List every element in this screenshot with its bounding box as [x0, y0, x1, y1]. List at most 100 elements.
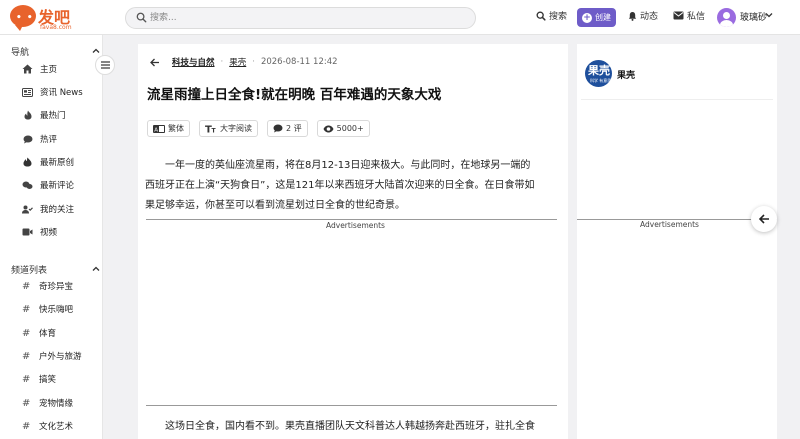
- text-size-icon: TT: [205, 125, 217, 134]
- ad-divider: [146, 219, 557, 220]
- divider: [581, 99, 773, 100]
- sidebar-item-latest-comments[interactable]: 最新评论: [22, 177, 74, 193]
- sidebar-item-home[interactable]: 主页: [22, 61, 57, 77]
- eye-icon: [323, 125, 334, 132]
- chevron-up-icon[interactable]: [92, 47, 100, 55]
- hash-icon: #: [22, 303, 31, 315]
- channel-item[interactable]: # 奇珍异宝: [22, 278, 73, 294]
- logo-bubble-icon: • •: [10, 5, 36, 31]
- meta-separator: ·: [220, 57, 224, 67]
- channel-item[interactable]: # 文化艺术: [22, 418, 73, 434]
- site-logo[interactable]: • • 发吧 fava8.com: [10, 5, 72, 31]
- hash-icon: #: [22, 350, 31, 362]
- hash-icon: #: [22, 280, 31, 292]
- svg-text:A: A: [154, 127, 158, 133]
- nav-search-link[interactable]: 搜索: [536, 9, 567, 22]
- user-avatar[interactable]: [717, 8, 736, 27]
- sidebar-item-label: 热评: [40, 135, 58, 145]
- create-button[interactable]: + 创建: [577, 8, 616, 27]
- sidebar-item-video[interactable]: 视频: [22, 224, 57, 240]
- nav-section-title: 导航: [11, 48, 30, 58]
- sidebar-toggle-button[interactable]: [95, 55, 115, 75]
- svg-text:T: T: [212, 128, 217, 134]
- channel-section-title: 频道列表: [11, 266, 48, 276]
- user-check-icon: [22, 204, 33, 215]
- sidebar-item-latest-original[interactable]: 最新原创: [22, 154, 74, 170]
- sidebar-item-label: 主页: [40, 65, 58, 75]
- top-header: • • 发吧 fava8.com 搜索 + 创建 动态 私信 玻璃砂: [0, 0, 800, 35]
- channel-item[interactable]: # 快乐嗨吧: [22, 301, 73, 317]
- hash-icon: #: [22, 327, 31, 339]
- views-badge: 5000+: [316, 120, 370, 137]
- channel-item[interactable]: # 户外与旅游: [22, 348, 82, 364]
- traditional-chinese-button[interactable]: A 繁体: [147, 120, 190, 137]
- plus-circle-icon: +: [582, 12, 592, 23]
- user-name[interactable]: 玻璃砂: [740, 10, 767, 23]
- ad-label: Advertisements: [326, 221, 385, 230]
- channel-item[interactable]: # 搞笑: [22, 371, 56, 387]
- back-button[interactable]: [751, 206, 777, 232]
- channel-item[interactable]: # 宠物情缘: [22, 395, 73, 411]
- article-paragraph-line: 西班牙正在上演“天狗食日”，这是121年以来西班牙大陆首次迎来的日全食。在日食带…: [145, 180, 535, 191]
- channel-label: 文化艺术: [39, 422, 74, 432]
- article-category-link[interactable]: 科技与自然: [172, 56, 215, 68]
- article-title: 流星雨撞上日全食!就在明晚 百年难遇的天象大戏: [147, 87, 442, 103]
- nav-messages-label: 私信: [687, 12, 706, 22]
- article-card: 科技与自然 · 果壳 · 2026-08-11 12:42 流星雨撞上日全食!就…: [138, 44, 568, 439]
- nav-messages-link[interactable]: 私信: [673, 9, 705, 22]
- comment-icon: [273, 124, 283, 133]
- chevron-up-icon[interactable]: [92, 265, 100, 273]
- sidebar-item-hot[interactable]: 最热门: [22, 107, 66, 123]
- sidebar-item-label: 最新评论: [40, 181, 75, 191]
- right-panel: 果壳 科学 有意思 果壳 Advertisements: [577, 44, 777, 439]
- sidebar-item-label: 最热门: [40, 111, 66, 121]
- video-icon: [22, 227, 33, 238]
- source-name[interactable]: 果壳: [617, 68, 635, 81]
- logo-subtext: fava8.com: [40, 24, 72, 31]
- language-icon: A: [153, 124, 165, 133]
- sidebar-item-label: 最新原创: [40, 158, 75, 168]
- create-label: 创建: [595, 13, 611, 22]
- sidebar-item-news[interactable]: 资讯 News: [22, 84, 83, 100]
- search-bar[interactable]: [125, 7, 476, 29]
- comments-button[interactable]: 2 评: [267, 120, 308, 137]
- sidebar-item-label: 我的关注: [40, 205, 75, 215]
- channel-item[interactable]: # 体育: [22, 325, 56, 341]
- sidebar-item-hot-comments[interactable]: 热评: [22, 131, 57, 147]
- article-date: 2026-08-11 12:42: [260, 57, 338, 67]
- article-meta: 科技与自然 · 果壳 · 2026-08-11 12:42: [150, 56, 338, 68]
- channel-label: 户外与旅游: [39, 352, 82, 362]
- comments-icon: [22, 180, 33, 191]
- arrow-left-icon: [758, 214, 769, 224]
- source-logo-text: 果壳: [588, 64, 610, 77]
- article-paragraph-line: 果足够幸运，你甚至可以看到流星划过日全食的世纪奇景。: [145, 200, 405, 211]
- large-font-label: 大字阅读: [220, 124, 252, 133]
- left-sidebar: 导航 主页 资讯 News 最热门 热评 最新原创 最新评论 我的关注 视频 频…: [0, 35, 103, 439]
- flame-icon: [22, 110, 33, 121]
- envelope-icon: [673, 11, 684, 20]
- channel-label: 体育: [39, 329, 57, 339]
- source-logo-subtext: 科学 有意思: [590, 78, 612, 83]
- newspaper-icon: [22, 87, 33, 98]
- search-icon: [136, 12, 147, 23]
- channel-label: 快乐嗨吧: [39, 305, 74, 315]
- source-logo[interactable]: 果壳 科学 有意思: [585, 60, 612, 87]
- sidebar-item-label: 资讯 News: [40, 88, 83, 98]
- ad-label: Advertisements: [640, 220, 699, 229]
- channel-label: 奇珍异宝: [39, 282, 74, 292]
- article-source-link[interactable]: 果壳: [229, 56, 246, 68]
- article-toolbar: A 繁体 TT 大字阅读 2 评 5000+: [147, 120, 379, 137]
- arrow-left-icon[interactable]: [150, 58, 160, 67]
- article-paragraph-line: 一年一度的英仙座流星雨，将在8月12-13日迎来极大。与此同时，在地球另一端的: [165, 160, 531, 171]
- channel-label: 搞笑: [39, 375, 57, 385]
- chevron-down-icon[interactable]: [765, 11, 773, 19]
- home-icon: [22, 64, 33, 75]
- traditional-label: 繁体: [168, 124, 184, 133]
- search-input[interactable]: [150, 11, 450, 25]
- menu-icon: [100, 61, 110, 69]
- bell-icon: [628, 11, 637, 21]
- sidebar-item-following[interactable]: 我的关注: [22, 201, 74, 217]
- comments-count: 2 评: [286, 124, 302, 133]
- nav-activity-link[interactable]: 动态: [628, 9, 658, 22]
- large-font-button[interactable]: TT 大字阅读: [199, 120, 258, 137]
